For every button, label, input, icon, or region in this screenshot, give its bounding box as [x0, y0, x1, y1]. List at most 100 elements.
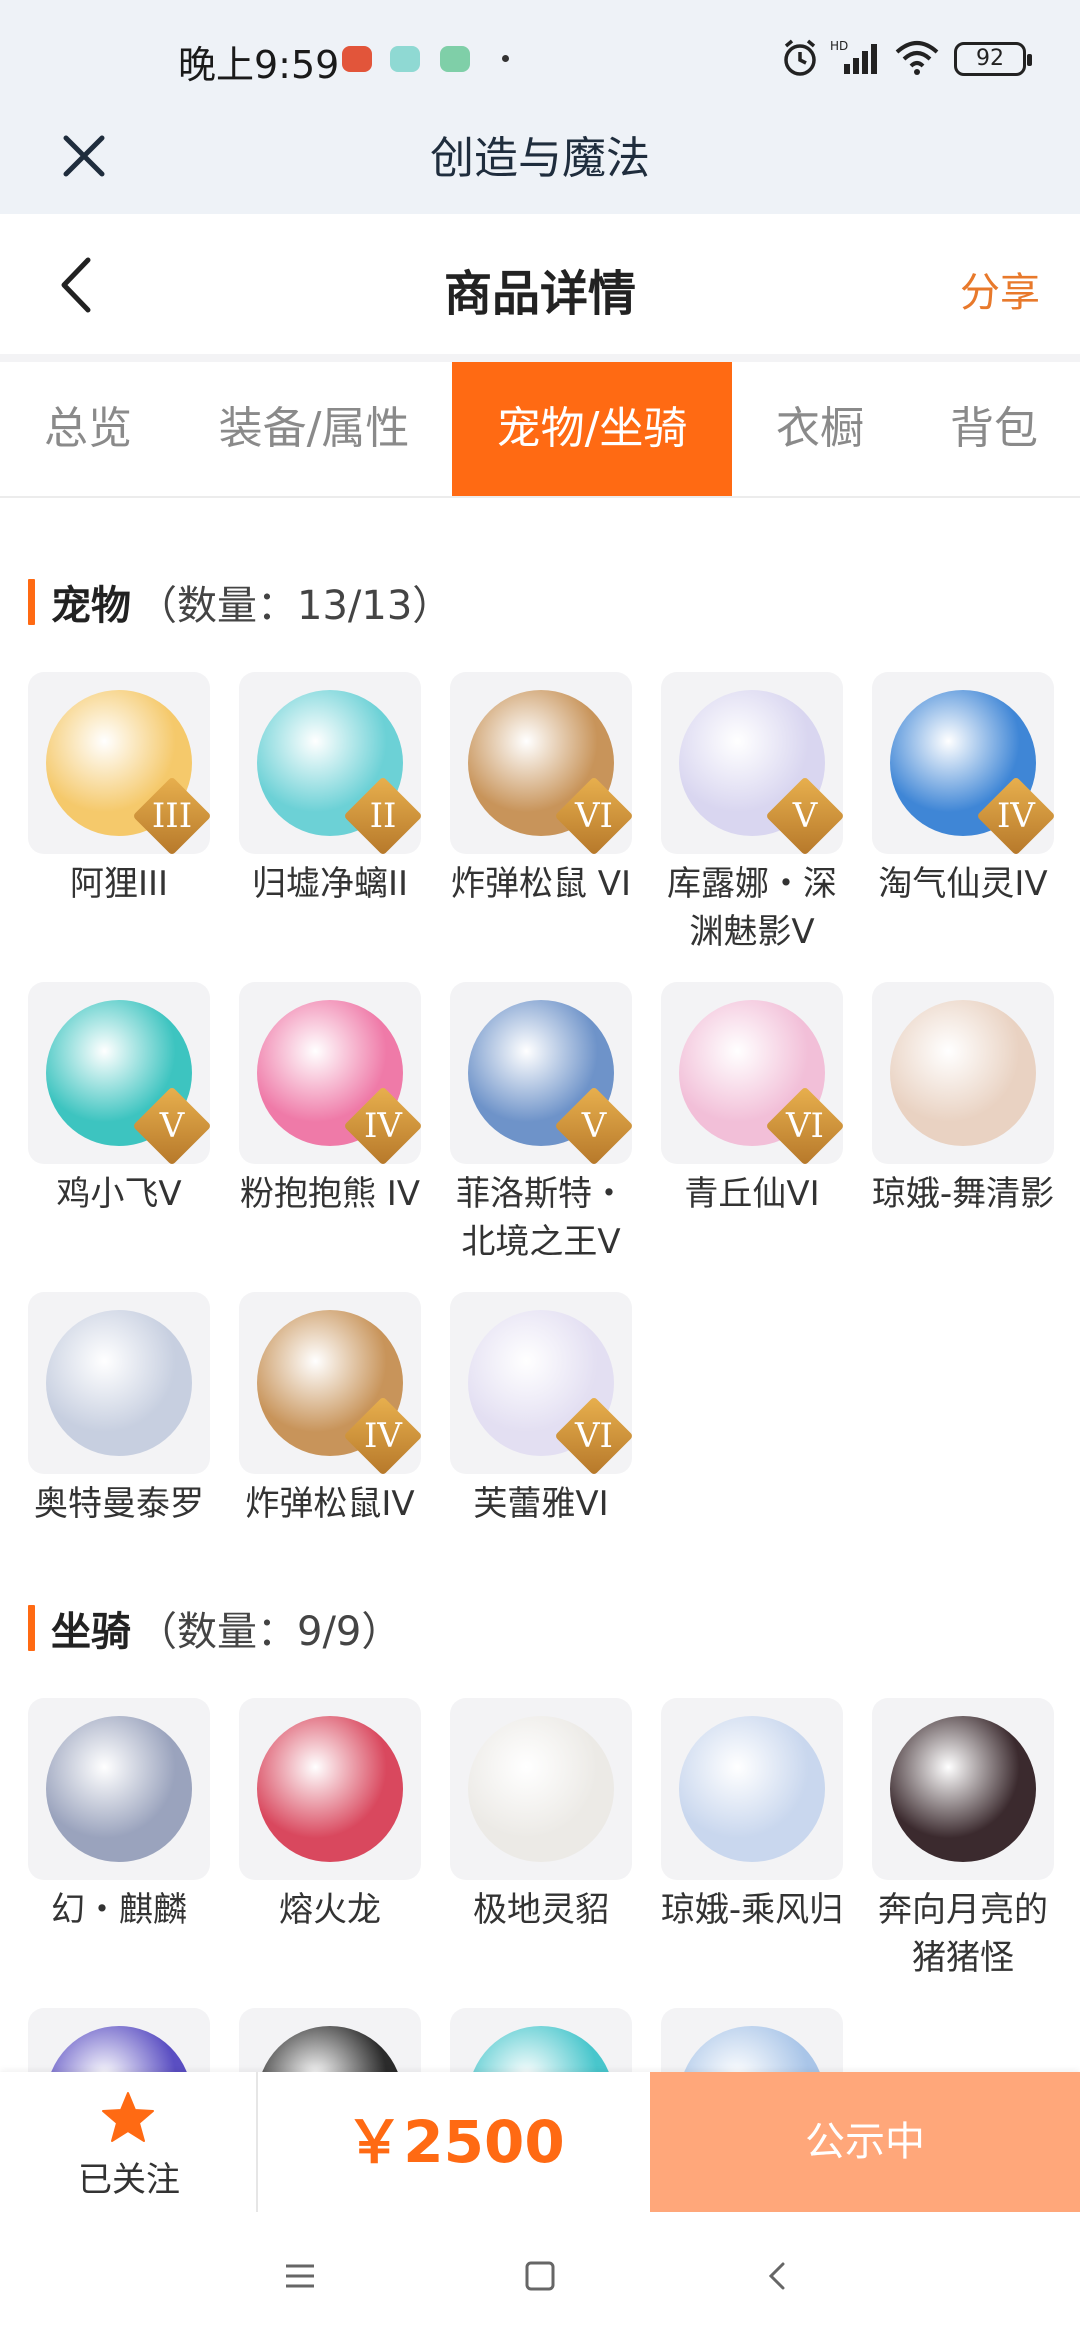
tab-pets-mounts[interactable]: 宠物/坐骑	[452, 362, 732, 496]
item-name: 鸡小飞V	[56, 1174, 182, 1214]
svg-text:HD: HD	[830, 39, 848, 53]
item-thumbnail: VI	[450, 672, 632, 854]
item-thumbnail	[872, 982, 1054, 1164]
item-thumbnail	[239, 1698, 421, 1880]
list-item[interactable]: IV 炸弹松鼠IV	[239, 1292, 421, 1528]
item-portrait	[46, 1716, 192, 1862]
share-button[interactable]: 分享	[960, 260, 1040, 318]
list-item[interactable]: VI 青丘仙VI	[661, 982, 843, 1218]
system-nav-bar	[0, 2212, 1080, 2340]
follow-button[interactable]: 已关注	[0, 2072, 258, 2212]
tab-equipment[interactable]: 装备/属性	[176, 362, 452, 496]
list-item[interactable]: V 鸡小飞V	[28, 982, 210, 1218]
item-thumbnail: IV	[239, 982, 421, 1164]
tab-backpack[interactable]: 背包	[908, 362, 1080, 496]
item-name: 芙蕾雅VI	[473, 1484, 609, 1524]
publicity-status-button[interactable]: 公示中	[650, 2072, 1080, 2212]
list-item[interactable]: 琼娥-乘风归	[661, 1698, 843, 1934]
item-thumbnail: V	[661, 672, 843, 854]
list-item[interactable]: 奥特曼泰罗	[28, 1292, 210, 1528]
back-nav-icon[interactable]	[758, 2256, 798, 2296]
item-thumbnail: VI	[661, 982, 843, 1164]
home-icon[interactable]	[520, 2256, 560, 2296]
section-accent-bar	[28, 579, 35, 625]
follow-label: 已关注	[78, 2160, 180, 2200]
app-title: 创造与魔法	[430, 133, 650, 184]
divider	[0, 354, 1080, 362]
notification-app-icon	[390, 46, 420, 72]
item-name: 幻・麒麟	[51, 1890, 187, 1930]
item-name: 库露娜・深渊魅影V	[667, 864, 837, 952]
item-thumbnail	[872, 1698, 1054, 1880]
item-name: 菲洛斯特・北境之王V	[456, 1174, 626, 1262]
tier-badge-text: V	[792, 796, 818, 836]
item-name: 青丘仙VI	[684, 1174, 820, 1214]
section-count: （数量：13/13）	[137, 583, 453, 629]
item-name: 奔向月亮的猪猪怪	[878, 1890, 1048, 1978]
more-notifications-dot	[502, 55, 509, 62]
list-item[interactable]: V 菲洛斯特・北境之王V	[450, 982, 632, 1266]
star-icon	[102, 2092, 154, 2142]
mounts-section-title: 坐骑 （数量：9/9）	[28, 1598, 401, 1658]
list-item[interactable]: 琼娥-舞清影	[872, 982, 1054, 1218]
wifi-icon	[895, 41, 939, 75]
item-portrait	[46, 1310, 192, 1456]
item-name: 琼娥-舞清影	[871, 1174, 1055, 1214]
app-title-row: 创造与魔法	[0, 110, 1080, 214]
item-thumbnail	[661, 1698, 843, 1880]
list-item[interactable]: VI 芙蕾雅VI	[450, 1292, 632, 1528]
item-portrait	[679, 1716, 825, 1862]
list-item[interactable]: 奔向月亮的猪猪怪	[872, 1698, 1054, 1982]
item-name: 粉抱抱熊 IV	[239, 1174, 421, 1214]
item-thumbnail	[450, 1698, 632, 1880]
item-thumbnail: V	[450, 982, 632, 1164]
item-portrait	[890, 1716, 1036, 1862]
list-item[interactable]: 熔火龙	[239, 1698, 421, 1934]
list-item[interactable]: 极地灵貂	[450, 1698, 632, 1934]
tier-badge-text: VI	[786, 1106, 824, 1146]
menu-icon[interactable]	[280, 2256, 320, 2296]
notification-app-icon	[342, 46, 372, 72]
item-thumbnail	[28, 1292, 210, 1474]
item-thumbnail: VI	[450, 1292, 632, 1474]
list-item[interactable]: II 归墟净螭II	[239, 672, 421, 908]
tier-badge-text: II	[369, 796, 397, 836]
item-name: 奥特曼泰罗	[34, 1484, 204, 1524]
notification-app-icon	[440, 46, 470, 72]
list-item[interactable]: 幻・麒麟	[28, 1698, 210, 1934]
page-title: 商品详情	[443, 266, 636, 322]
item-thumbnail: IV	[872, 672, 1054, 854]
tier-badge-text: VI	[575, 796, 613, 836]
item-thumbnail	[28, 1698, 210, 1880]
item-name: 极地灵貂	[473, 1890, 609, 1930]
signal-icon: HD	[830, 39, 877, 74]
tier-badge-text: V	[159, 1106, 185, 1146]
tab-wardrobe[interactable]: 衣橱	[732, 362, 908, 496]
list-item[interactable]: IV 淘气仙灵IV	[872, 672, 1054, 908]
item-name: 炸弹松鼠IV	[245, 1484, 415, 1524]
item-thumbnail: V	[28, 982, 210, 1164]
item-name: 归墟净螭II	[251, 864, 409, 904]
item-thumbnail: III	[28, 672, 210, 854]
list-item[interactable]: VI 炸弹松鼠 VI	[450, 672, 632, 908]
tier-badge-text: IV	[364, 1106, 402, 1146]
item-portrait	[257, 1716, 403, 1862]
item-thumbnail: II	[239, 672, 421, 854]
list-item[interactable]: V 库露娜・深渊魅影V	[661, 672, 843, 956]
tier-badge-text: III	[151, 796, 193, 836]
status-time: 晚上9:59	[178, 43, 340, 87]
section-name: 宠物	[51, 583, 131, 629]
tier-badge-text: VI	[575, 1416, 613, 1456]
item-name: 琼娥-乘风归	[660, 1890, 844, 1930]
page-header: 商品详情 分享	[0, 214, 1080, 354]
tier-badge-text: V	[581, 1106, 607, 1146]
list-item[interactable]: III 阿狸III	[28, 672, 210, 908]
alarm-icon	[784, 39, 816, 76]
section-name: 坐骑	[51, 1609, 131, 1655]
tab-overview[interactable]: 总览	[0, 362, 176, 496]
tier-badge-text: IV	[364, 1416, 402, 1456]
section-accent-bar	[28, 1605, 35, 1651]
status-bar: 晚上9:59 HD 92	[0, 0, 1080, 118]
list-item[interactable]: IV 粉抱抱熊 IV	[239, 982, 421, 1218]
item-name: 熔火龙	[279, 1890, 381, 1930]
